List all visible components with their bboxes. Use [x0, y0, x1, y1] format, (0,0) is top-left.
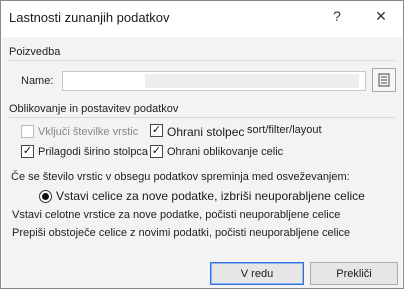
row-numbers-label: Vključi številke vrstic [38, 126, 139, 138]
name-input-value [145, 74, 359, 88]
format-section-divider [9, 117, 395, 118]
refresh-option-overwrite-label[interactable]: Prepiši obstoječe celice z novimi podatk… [12, 227, 350, 239]
help-button[interactable]: ? [323, 5, 351, 27]
query-section-divider [9, 60, 395, 61]
close-button[interactable]: ✕ [367, 5, 395, 27]
query-section-label: Poizvedba [9, 46, 61, 58]
preserve-sort-checkbox[interactable]: ✓ [150, 124, 163, 137]
preserve-sort-label: Ohrani stolpec [167, 125, 245, 139]
preserve-format-label: Ohrani oblikovanje celic [167, 146, 284, 158]
list-icon [378, 73, 390, 87]
preserve-sort-suffix: sort/filter/layout [247, 124, 322, 136]
refresh-option-insert-rows-label[interactable]: Vstavi celotne vrstice za nove podatke, … [12, 209, 340, 221]
external-data-properties-dialog: Lastnosti zunanjih podatkov ? ✕ Poizvedb… [0, 0, 404, 289]
dialog-title: Lastnosti zunanjih podatkov [9, 10, 170, 25]
cancel-button[interactable]: Prekliči [310, 262, 398, 285]
refresh-option-insert-cells-label[interactable]: Vstavi celice za nove podatke, izbriši n… [56, 189, 365, 203]
query-picker-button[interactable] [372, 68, 396, 92]
adjust-width-label: Prilagodi širino stolpca [38, 146, 149, 158]
refresh-option-insert-cells-radio[interactable] [39, 190, 52, 203]
radio-selected-dot [42, 193, 49, 200]
dialog-body: Poizvedba Name: Oblikovanje in postavite… [2, 37, 402, 288]
refresh-prompt: Če se število vrstic v obsegu podatkov s… [11, 171, 350, 183]
preserve-format-checkbox[interactable]: ✓ [150, 145, 163, 158]
adjust-width-checkbox[interactable]: ✓ [21, 145, 34, 158]
ok-button[interactable]: V redu [210, 262, 304, 285]
row-numbers-checkbox[interactable] [21, 125, 34, 138]
format-section-label: Oblikovanje in postavitev podatkov [9, 103, 179, 115]
name-label: Name: [21, 75, 54, 87]
name-input[interactable] [62, 71, 366, 91]
